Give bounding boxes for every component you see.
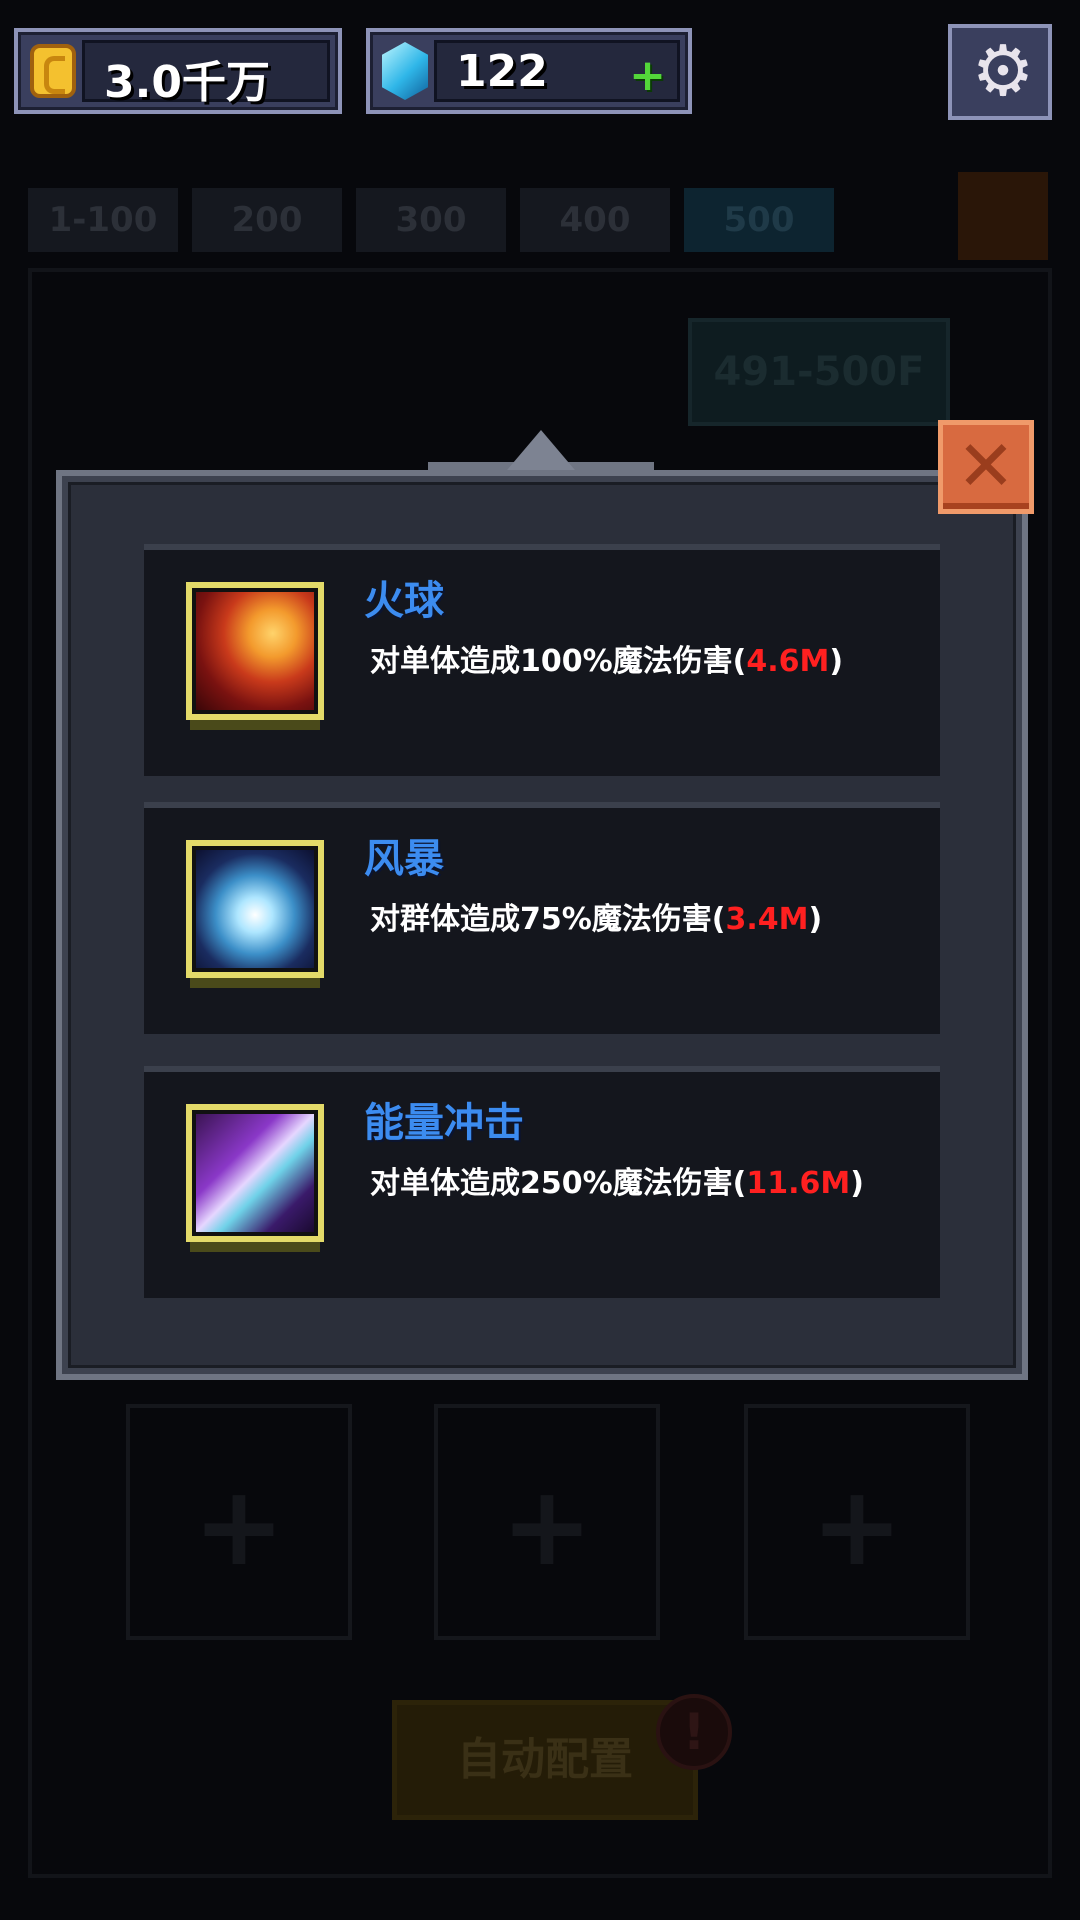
add-slot-icon: + <box>500 1462 594 1590</box>
fireball-icon <box>186 582 324 720</box>
skill-name: 能量冲击 <box>364 1100 524 1146</box>
close-button[interactable]: ✕ <box>938 420 1034 514</box>
damage-value: 3.4M <box>725 902 809 937</box>
gold-coin-icon <box>30 44 76 98</box>
floor-tab-200[interactable]: 200 <box>192 188 342 252</box>
gold-display: 3.0千万 <box>14 28 342 114</box>
hero-slot-3[interactable]: + <box>744 1404 970 1640</box>
skill-name: 火球 <box>364 578 444 624</box>
gear-icon: ⚙ <box>971 30 1035 112</box>
gem-display: 122 + <box>366 28 692 114</box>
auto-configure-button[interactable]: 自动配置 <box>392 1700 698 1820</box>
hero-slot-2[interactable]: + <box>434 1404 660 1640</box>
skill-name: 风暴 <box>364 836 444 882</box>
add-slot-icon: + <box>810 1462 904 1590</box>
add-gems-button[interactable]: + <box>629 50 666 101</box>
floor-tab-300[interactable]: 300 <box>356 188 506 252</box>
storm-icon <box>186 840 324 978</box>
alert-icon: ! <box>656 1694 732 1770</box>
floor-tab-400[interactable]: 400 <box>520 188 670 252</box>
gem-icon <box>382 42 428 100</box>
energy-strike-icon <box>186 1104 324 1242</box>
floor-range-label: 491-500F <box>688 318 950 426</box>
settings-button[interactable]: ⚙ <box>948 24 1052 120</box>
floor-close-button[interactable] <box>958 172 1048 260</box>
skill-card-fireball: 火球 对单体造成100%魔法伤害(4.6M) <box>144 544 940 776</box>
skill-description: 对单体造成250%魔法伤害(11.6M) <box>370 1166 864 1201</box>
floor-tab-1-100[interactable]: 1-100 <box>28 188 178 252</box>
add-slot-icon: + <box>192 1462 286 1590</box>
close-icon: ✕ <box>956 425 1016 507</box>
gold-amount: 3.0千万 <box>104 57 270 108</box>
skill-card-storm: 风暴 对群体造成75%魔法伤害(3.4M) <box>144 802 940 1034</box>
damage-value: 11.6M <box>746 1166 851 1201</box>
gem-amount: 122 <box>456 46 548 97</box>
skill-card-energy-strike: 能量冲击 对单体造成250%魔法伤害(11.6M) <box>144 1066 940 1298</box>
floor-tab-500[interactable]: 500 <box>684 188 834 252</box>
hero-slot-1[interactable]: + <box>126 1404 352 1640</box>
skill-description: 对群体造成75%魔法伤害(3.4M) <box>370 902 823 937</box>
damage-value: 4.6M <box>746 644 830 679</box>
skill-description: 对单体造成100%魔法伤害(4.6M) <box>370 644 844 679</box>
